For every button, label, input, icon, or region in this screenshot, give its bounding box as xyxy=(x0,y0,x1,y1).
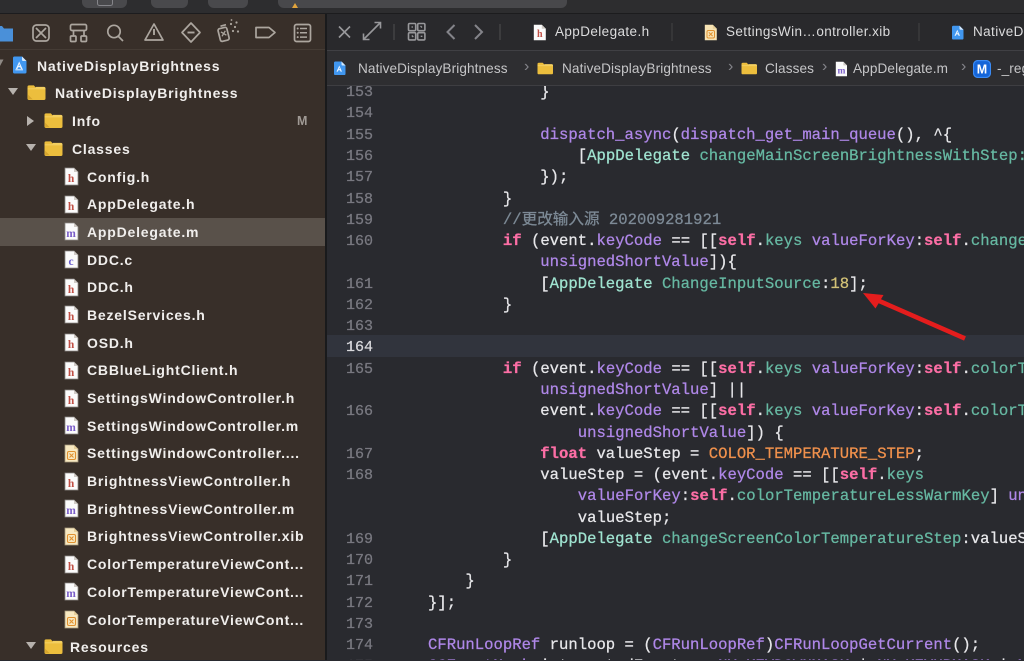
svg-text:h: h xyxy=(68,367,75,379)
svg-text:m: m xyxy=(837,66,845,76)
svg-text:m: m xyxy=(66,588,76,600)
svg-text:h: h xyxy=(68,311,75,323)
svg-text:h: h xyxy=(68,478,75,490)
svg-text:M: M xyxy=(977,62,987,76)
svg-text:m: m xyxy=(66,228,76,240)
svg-text:h: h xyxy=(68,561,75,573)
svg-text:c: c xyxy=(69,256,75,268)
svg-text:h: h xyxy=(68,284,75,296)
svg-text:m: m xyxy=(66,505,76,517)
svg-text:h: h xyxy=(537,29,543,40)
svg-text:h: h xyxy=(68,201,75,213)
svg-text:h: h xyxy=(68,395,75,407)
svg-text:h: h xyxy=(68,339,75,351)
svg-text:h: h xyxy=(68,173,75,185)
svg-text:m: m xyxy=(66,422,76,434)
